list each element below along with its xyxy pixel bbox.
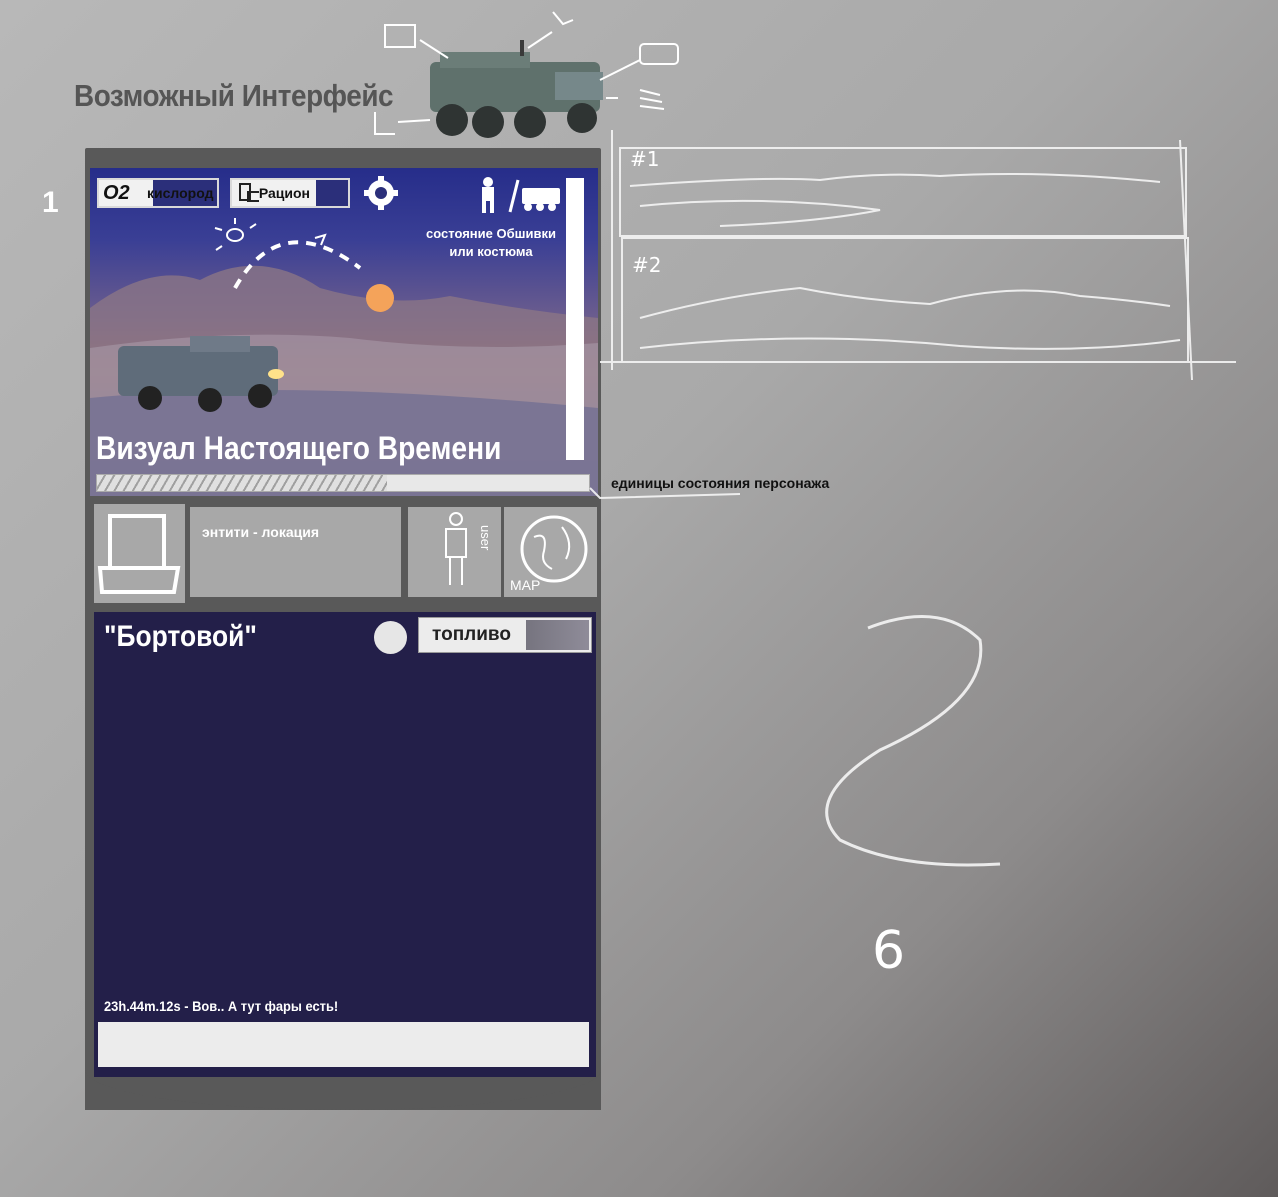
rover-vehicle bbox=[118, 336, 284, 412]
user-button[interactable]: user bbox=[408, 507, 501, 597]
oxygen-label: кислород bbox=[147, 185, 214, 201]
character-units-bar bbox=[96, 474, 590, 492]
entity-location-panel[interactable] bbox=[190, 507, 401, 597]
page-title: Возможный Интерфейс bbox=[74, 78, 394, 113]
user-label: user bbox=[478, 525, 493, 551]
character-units-fill bbox=[97, 475, 388, 491]
side-status-bar bbox=[566, 178, 584, 460]
ration-label: Рацион bbox=[258, 185, 310, 201]
fuel-level bbox=[526, 620, 589, 650]
vehicle-icon bbox=[522, 188, 560, 211]
suit-status-label: состояние Обшивки или костюма bbox=[426, 226, 556, 259]
section-number: 1 bbox=[42, 186, 59, 219]
log-message: 23h.44m.12s - Вов.. А тут фары есть! bbox=[104, 998, 339, 1014]
terminal-panel-button[interactable] bbox=[94, 504, 185, 603]
map-button[interactable]: MAP bbox=[504, 507, 597, 597]
map-label: MAP bbox=[510, 577, 541, 593]
ration-icon bbox=[239, 183, 259, 202]
status-indicator bbox=[374, 621, 407, 654]
suit-vehicle-status-icons bbox=[482, 177, 560, 213]
page-mark: 6 bbox=[872, 921, 905, 981]
oxygen-icon: O2 bbox=[103, 181, 130, 204]
fuel-gauge: топливо bbox=[418, 617, 592, 653]
gear-icon[interactable] bbox=[364, 176, 398, 210]
oxygen-chip[interactable]: O2 кислород bbox=[97, 178, 219, 208]
monitor-icon bbox=[97, 514, 181, 594]
ration-chip[interactable]: Рацион bbox=[230, 178, 350, 208]
sketch-label-2: #2 bbox=[632, 253, 661, 277]
sun-icon bbox=[214, 218, 257, 251]
visual-title: Визуал Настоящего Времени bbox=[96, 430, 502, 466]
sketch-label-1: #1 bbox=[630, 147, 659, 171]
terminal-title: "Бортовой" bbox=[104, 620, 257, 653]
terminal-input[interactable] bbox=[98, 1022, 589, 1067]
character-units-label: единицы состояния персонажа bbox=[611, 475, 830, 491]
entity-location-label: энтити - локация bbox=[202, 524, 319, 540]
astronaut-icon bbox=[482, 177, 494, 213]
user-icon bbox=[445, 512, 467, 585]
fuel-label: топливо bbox=[432, 624, 511, 645]
